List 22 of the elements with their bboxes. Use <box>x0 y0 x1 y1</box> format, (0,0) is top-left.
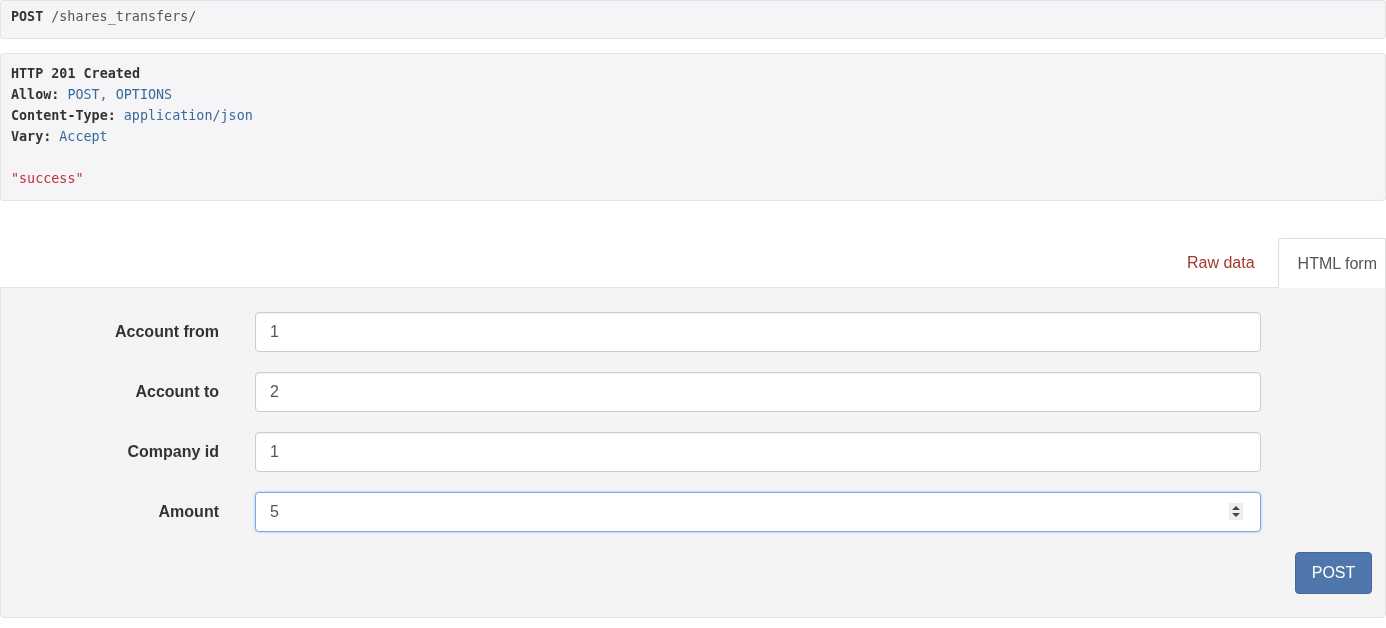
field-label: Account from <box>114 323 219 341</box>
post-button[interactable]: POST <box>1295 552 1372 594</box>
field-label: Account to <box>134 383 219 401</box>
header-name: Content-Type: <box>11 107 116 125</box>
response-body: "success" <box>11 170 84 188</box>
header-value: POST, OPTIONS <box>67 86 173 104</box>
input-field[interactable]: 1 <box>255 312 1261 352</box>
header-value: application/json <box>123 107 253 125</box>
number-field[interactable]: 5 <box>255 492 1261 532</box>
header-name: Vary: <box>11 128 52 146</box>
field-label: Amount <box>157 503 219 521</box>
field-label: Company id <box>126 443 219 461</box>
spinner-icon[interactable] <box>1229 503 1243 520</box>
header-name: Allow: <box>11 86 60 104</box>
response-status: HTTP 201 Created <box>11 65 140 83</box>
input-field[interactable]: 1 <box>255 432 1261 472</box>
input-field[interactable]: 2 <box>255 372 1261 412</box>
request-path: /shares_transfers/ <box>51 8 197 27</box>
tab[interactable]: HTML form <box>1277 238 1386 288</box>
request-method: POST <box>11 8 44 26</box>
tab[interactable]: Raw data <box>1167 237 1276 287</box>
header-value: Accept <box>59 128 108 146</box>
